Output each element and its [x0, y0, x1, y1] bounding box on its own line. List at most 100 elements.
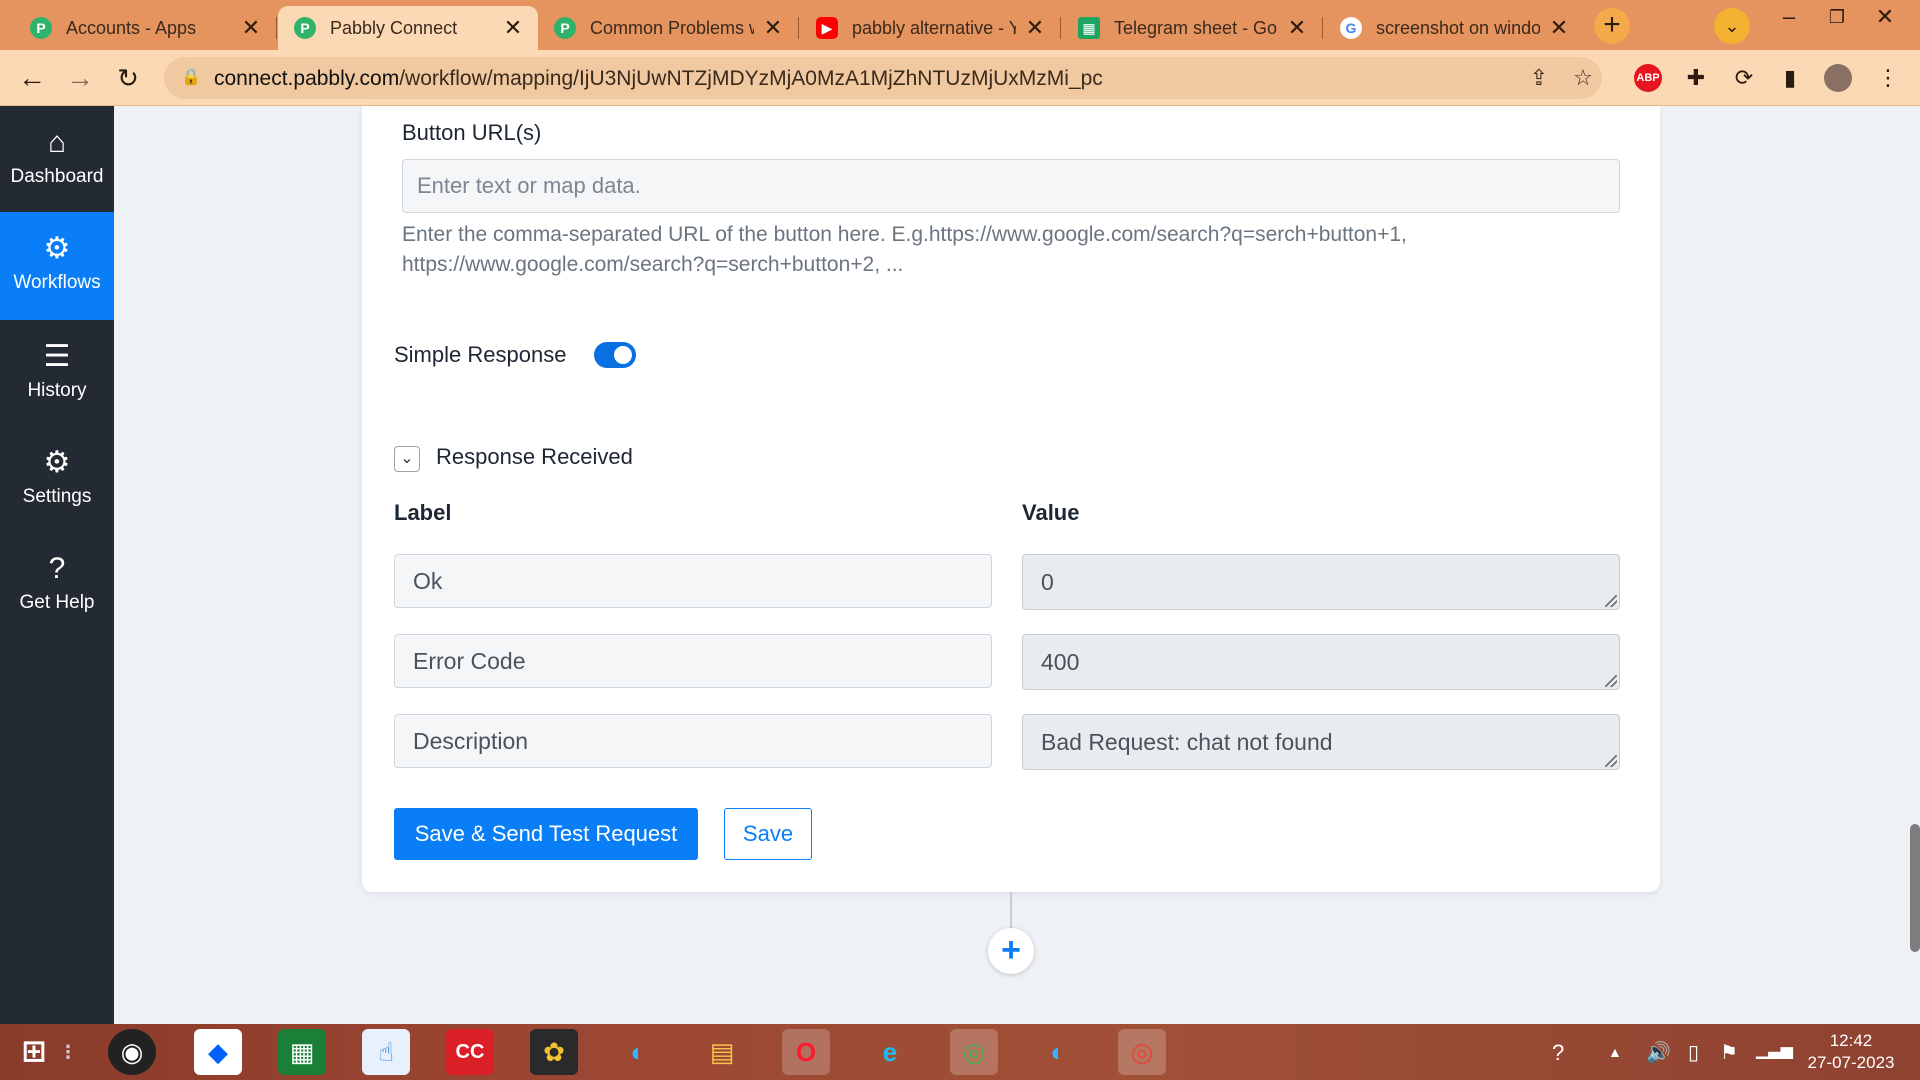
close-icon[interactable]: ✕ — [762, 15, 784, 41]
sidebar-item-history[interactable]: ☰ History — [0, 320, 114, 428]
sync-icon[interactable]: ⟳ — [1730, 64, 1758, 92]
edge-beta-icon[interactable]: ◐ — [1034, 1029, 1082, 1075]
reload-icon[interactable]: ↻ — [112, 62, 144, 94]
tab-pabbly-alternative[interactable]: ▶ pabbly alternative - Y ✕ — [800, 6, 1060, 50]
address-bar[interactable]: 🔒 connect.pabbly.com/workflow/mapping/Ij… — [164, 57, 1602, 99]
value-column-header: Value — [1022, 500, 1080, 525]
sidebar-item-label: Workflows — [13, 272, 101, 293]
url-path: /workflow/mapping/IjU3NjUwNTZjMDYzMjA0Mz… — [399, 67, 1103, 90]
windows-start-icon[interactable]: ⊞ — [10, 1029, 58, 1075]
file-explorer-icon[interactable]: ▤ — [698, 1029, 746, 1075]
puzzle-icon[interactable]: ✚ — [1682, 64, 1710, 92]
help-icon: ? — [48, 552, 66, 585]
simple-response-toggle[interactable] — [594, 342, 636, 368]
browser-tab-bar: P Accounts - Apps ✕ P Pabbly Connect ✕ P… — [0, 0, 1920, 50]
sidebar-item-get-help[interactable]: ? Get Help — [0, 532, 114, 640]
system-clock[interactable]: 12:42 27-07-2023 — [1796, 1030, 1906, 1074]
new-tab-button[interactable]: + — [1594, 8, 1630, 44]
sidebar-item-settings[interactable]: ⚙ Settings — [0, 426, 114, 534]
chrome-profile-icon[interactable]: ◎ — [950, 1029, 998, 1075]
save-and-send-test-button[interactable]: Save & Send Test Request — [394, 808, 698, 860]
tab-screenshot-search[interactable]: G screenshot on windo ✕ — [1324, 6, 1584, 50]
close-icon[interactable]: ✕ — [1024, 15, 1046, 41]
volume-icon[interactable]: 🔊 — [1646, 1040, 1671, 1065]
pabbly-icon: P — [294, 17, 316, 39]
tab-telegram-sheet[interactable]: ▦ Telegram sheet - Go ✕ — [1062, 6, 1322, 50]
forward-icon[interactable]: → — [64, 62, 96, 94]
profile-avatar[interactable] — [1824, 64, 1852, 92]
sidebar-item-label: History — [27, 380, 87, 401]
side-panel-icon[interactable]: ▮ — [1776, 64, 1804, 92]
lock-icon[interactable]: 🔒 — [180, 67, 202, 89]
resize-handle-icon[interactable] — [1605, 755, 1617, 767]
sidebar-item-workflows[interactable]: ⚙ Workflows — [0, 212, 114, 320]
sidebar-item-label: Get Help — [19, 592, 95, 613]
resize-handle-icon[interactable] — [1605, 675, 1617, 687]
star-icon[interactable]: ☆ — [1570, 65, 1596, 91]
internet-explorer-icon[interactable]: e — [866, 1029, 914, 1075]
response-value-field[interactable]: Bad Request: chat not found — [1022, 714, 1620, 770]
clock-time: 12:42 — [1829, 1031, 1873, 1050]
adblock-plus-icon[interactable]: ABP — [1634, 64, 1662, 92]
help-tray-icon[interactable]: ? — [1552, 1040, 1564, 1066]
google-icon: G — [1340, 17, 1362, 39]
scrollbar-thumb[interactable] — [1910, 824, 1920, 952]
dropbox-icon[interactable]: ◆ — [194, 1029, 242, 1075]
network-icon[interactable]: ▁▃▅ — [1756, 1040, 1793, 1060]
sheets-icon: ▦ — [1078, 17, 1100, 39]
tab-accounts-apps[interactable]: P Accounts - Apps ✕ — [14, 6, 276, 50]
response-value-text: 400 — [1041, 649, 1080, 675]
action-config-card: Button URL(s) Enter text or map data. En… — [362, 106, 1660, 892]
response-label-field[interactable]: Description — [394, 714, 992, 768]
window-close-icon[interactable]: ✕ — [1862, 2, 1908, 32]
sidebar-item-dashboard[interactable]: ⌂ Dashboard — [0, 106, 114, 214]
clock-date: 27-07-2023 — [1807, 1053, 1895, 1072]
restore-icon[interactable]: ❐ — [1814, 2, 1860, 32]
store-icon[interactable]: ▦ — [278, 1029, 326, 1075]
close-icon[interactable]: ✕ — [1548, 15, 1570, 41]
main-content: Button URL(s) Enter text or map data. En… — [114, 106, 1920, 1024]
chevron-up-icon[interactable]: ▲ — [1608, 1044, 1622, 1060]
kebab-menu-icon[interactable]: ⋮ — [1874, 64, 1902, 92]
button-urls-help: Enter the comma-separated URL of the but… — [402, 223, 1407, 276]
battery-icon[interactable]: ▯ — [1688, 1040, 1699, 1065]
tab-common-problems[interactable]: P Common Problems w ✕ — [538, 6, 798, 50]
resize-handle-icon[interactable] — [1605, 595, 1617, 607]
task-view-icon[interactable]: ⋮ — [58, 1029, 78, 1075]
flag-icon[interactable]: ⚑ — [1720, 1040, 1738, 1065]
touch-app-icon[interactable]: ☝ — [362, 1029, 410, 1075]
minimize-icon[interactable]: – — [1766, 2, 1812, 32]
response-value-text: 0 — [1041, 569, 1054, 595]
chrome-icon[interactable]: ◎ — [1118, 1029, 1166, 1075]
close-icon[interactable]: ✕ — [502, 15, 524, 41]
tab-search-button[interactable]: ⌄ — [1714, 8, 1750, 44]
tab-title: Common Problems w — [590, 17, 754, 38]
edge-icon[interactable]: ◐ — [614, 1029, 662, 1075]
close-icon[interactable]: ✕ — [240, 15, 262, 41]
add-step-button[interactable]: + — [988, 928, 1034, 974]
tab-pabbly-connect[interactable]: P Pabbly Connect ✕ — [278, 6, 538, 50]
close-icon[interactable]: ✕ — [1286, 15, 1308, 41]
response-received-title: Response Received — [436, 444, 633, 469]
camera-app-icon[interactable]: ◉ — [108, 1029, 156, 1075]
windows-taskbar: ⊞ ⋮ ◉ ◆ ▦ ☝ CC ✿ ◐ ▤ O e ◎ ◐ ◎ ? ▲ 🔊 ▯ ⚑… — [0, 1024, 1920, 1080]
button-urls-label: Button URL(s) — [402, 120, 542, 145]
pabbly-icon: P — [30, 17, 52, 39]
chevron-down-icon[interactable]: ⌄ — [394, 446, 420, 472]
response-value-field[interactable]: 400 — [1022, 634, 1620, 690]
sidebar-item-label: Dashboard — [10, 166, 104, 187]
youtube-icon: ▶ — [816, 17, 838, 39]
creative-cloud-icon[interactable]: CC — [446, 1029, 494, 1075]
save-button[interactable]: Save — [724, 808, 812, 860]
response-value-field[interactable]: 0 — [1022, 554, 1620, 610]
button-urls-input[interactable]: Enter text or map data. — [402, 159, 1620, 213]
photos-app-icon[interactable]: ✿ — [530, 1029, 578, 1075]
browser-toolbar: ← → ↻ 🔒 connect.pabbly.com/workflow/mapp… — [0, 50, 1920, 106]
opera-icon[interactable]: O — [782, 1029, 830, 1075]
share-icon[interactable]: ⇪ — [1526, 65, 1552, 91]
tab-divider — [276, 17, 277, 39]
response-label-field[interactable]: Error Code — [394, 634, 992, 688]
url-text[interactable]: connect.pabbly.com/workflow/mapping/IjU3… — [214, 67, 1103, 91]
back-icon[interactable]: ← — [16, 62, 48, 94]
response-label-field[interactable]: Ok — [394, 554, 992, 608]
